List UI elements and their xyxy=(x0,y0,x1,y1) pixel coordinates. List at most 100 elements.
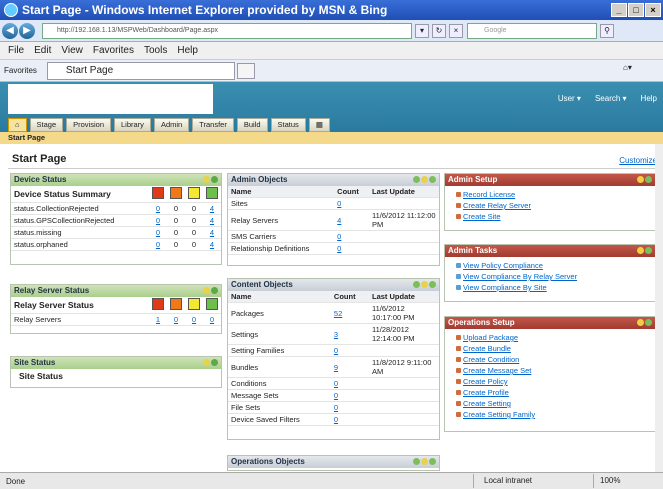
edit-icon[interactable] xyxy=(421,458,428,465)
search-input[interactable]: Google xyxy=(467,22,597,39)
count-link[interactable]: 0 xyxy=(330,413,369,426)
tab-transfer[interactable]: Transfer xyxy=(192,118,234,132)
refresh-icon[interactable] xyxy=(413,458,420,465)
row-label: status.missing xyxy=(11,226,149,239)
count-link[interactable]: 0 xyxy=(149,202,167,215)
edit-icon[interactable] xyxy=(421,176,428,183)
count-link[interactable]: 9 xyxy=(330,356,369,378)
edit-icon[interactable] xyxy=(203,287,210,294)
create-profile-link[interactable]: Create Profile xyxy=(456,387,655,398)
stop-button[interactable]: × xyxy=(449,23,463,38)
user-menu[interactable]: User ▾ xyxy=(558,94,581,103)
count-link[interactable]: 1 xyxy=(149,313,167,326)
count-link[interactable]: 0 xyxy=(149,214,167,227)
count-link[interactable]: 0 xyxy=(334,230,369,243)
create-bundle-link[interactable]: Create Bundle xyxy=(456,343,655,354)
back-button[interactable]: ◀ xyxy=(2,22,18,39)
record-license-link[interactable]: Record License xyxy=(456,189,655,200)
view-compliance-by-site-link[interactable]: View Compliance By Site xyxy=(456,282,655,293)
collapse-icon[interactable] xyxy=(645,176,652,183)
create-message-set-link[interactable]: Create Message Set xyxy=(456,365,655,376)
count-link[interactable]: 52 xyxy=(330,302,369,324)
refresh-icon[interactable] xyxy=(413,176,420,183)
collapse-icon[interactable] xyxy=(429,281,436,288)
search-icon[interactable]: ⚲ xyxy=(600,23,614,38)
edit-icon[interactable] xyxy=(637,319,644,326)
count-link[interactable]: 0 xyxy=(330,377,369,390)
tab-admin[interactable]: Admin xyxy=(153,118,190,132)
create-relay-server-link[interactable]: Create Relay Server xyxy=(456,200,655,211)
collapse-icon[interactable] xyxy=(429,176,436,183)
customize-link[interactable]: Customize xyxy=(619,156,657,165)
count-link[interactable]: 3 xyxy=(330,323,369,345)
scrollbar[interactable] xyxy=(655,144,663,472)
count-link[interactable]: 0 xyxy=(334,242,369,255)
view-policy-compliance-link[interactable]: View Policy Compliance xyxy=(456,260,655,271)
collapse-icon[interactable] xyxy=(211,287,218,294)
menu-help[interactable]: Help xyxy=(177,45,198,56)
count-link[interactable]: 4 xyxy=(203,202,221,215)
browser-tab[interactable]: Start Page xyxy=(46,61,235,80)
count-link[interactable]: 4 xyxy=(334,209,369,231)
edit-icon[interactable] xyxy=(203,359,210,366)
create-setting-link[interactable]: Create Setting xyxy=(456,398,655,409)
collapse-icon[interactable] xyxy=(645,319,652,326)
view-compliance-by-relay-server-link[interactable]: View Compliance By Relay Server xyxy=(456,271,655,282)
collapse-icon[interactable] xyxy=(211,176,218,183)
tab-stage[interactable]: Stage xyxy=(29,118,64,132)
tab-home[interactable]: ⌂ xyxy=(8,118,27,132)
url-dropdown-button[interactable]: ▾ xyxy=(415,23,429,38)
device-status-table: Device Status Summary status.CollectionR… xyxy=(11,186,221,251)
search-menu[interactable]: Search ▾ xyxy=(595,94,627,103)
last-update xyxy=(369,377,439,390)
upload-package-link[interactable]: Upload Package xyxy=(456,332,655,343)
refresh-icon[interactable] xyxy=(413,281,420,288)
tab-provision[interactable]: Provision xyxy=(66,118,111,132)
count-link[interactable]: 0 xyxy=(149,238,167,251)
create-setting-family-link[interactable]: Create Setting Family xyxy=(456,409,655,420)
tab-status[interactable]: Status xyxy=(270,118,306,132)
count-link[interactable]: 0 xyxy=(334,197,369,210)
new-tab-button[interactable] xyxy=(236,62,255,79)
menu-view[interactable]: View xyxy=(61,45,83,56)
url-input[interactable]: http://192.168.1.13/MSPWeb/Dashboard/Pag… xyxy=(42,22,412,39)
home-icon[interactable]: ⌂▾ xyxy=(623,63,643,79)
collapse-icon[interactable] xyxy=(211,359,218,366)
count-link[interactable]: 0 xyxy=(185,313,203,326)
count-link[interactable]: 0 xyxy=(330,389,369,402)
edit-icon[interactable] xyxy=(637,176,644,183)
count-link[interactable]: 4 xyxy=(203,226,221,239)
edit-icon[interactable] xyxy=(421,281,428,288)
count-link[interactable]: 4 xyxy=(203,238,221,251)
table-row: Relay Servers 4 11/6/2012 11:12:00 PM xyxy=(228,209,439,231)
tab-extra[interactable]: ▦ xyxy=(308,118,330,132)
table-row: Device Saved Filters 0 xyxy=(228,413,439,426)
menu-edit[interactable]: Edit xyxy=(34,45,51,56)
favorites-button[interactable]: Favorites xyxy=(4,66,37,75)
create-policy-link[interactable]: Create Policy xyxy=(456,376,655,387)
tab-build[interactable]: Build xyxy=(236,118,268,132)
forward-button[interactable]: ▶ xyxy=(19,22,35,39)
count-link[interactable]: 0 xyxy=(203,313,221,326)
edit-icon[interactable] xyxy=(637,247,644,254)
count-link[interactable]: 0 xyxy=(330,344,369,357)
create-site-link[interactable]: Create Site xyxy=(456,211,655,222)
count-link[interactable]: 0 xyxy=(330,401,369,414)
menu-favorites[interactable]: Favorites xyxy=(93,45,134,56)
collapse-icon[interactable] xyxy=(429,458,436,465)
count-link[interactable]: 4 xyxy=(203,214,221,227)
count-link[interactable]: 0 xyxy=(167,313,185,326)
zoom-control[interactable]: 100% xyxy=(593,474,663,488)
create-condition-link[interactable]: Create Condition xyxy=(456,354,655,365)
count-link[interactable]: 0 xyxy=(149,226,167,239)
tab-library[interactable]: Library xyxy=(114,118,151,132)
menu-file[interactable]: File xyxy=(8,45,24,56)
help-link[interactable]: Help xyxy=(641,94,657,103)
refresh-button[interactable]: ↻ xyxy=(432,23,446,38)
edit-icon[interactable] xyxy=(203,176,210,183)
close-button[interactable]: × xyxy=(645,3,661,17)
minimize-button[interactable]: _ xyxy=(611,3,627,17)
collapse-icon[interactable] xyxy=(645,247,652,254)
maximize-button[interactable]: □ xyxy=(628,3,644,17)
menu-tools[interactable]: Tools xyxy=(144,45,167,56)
